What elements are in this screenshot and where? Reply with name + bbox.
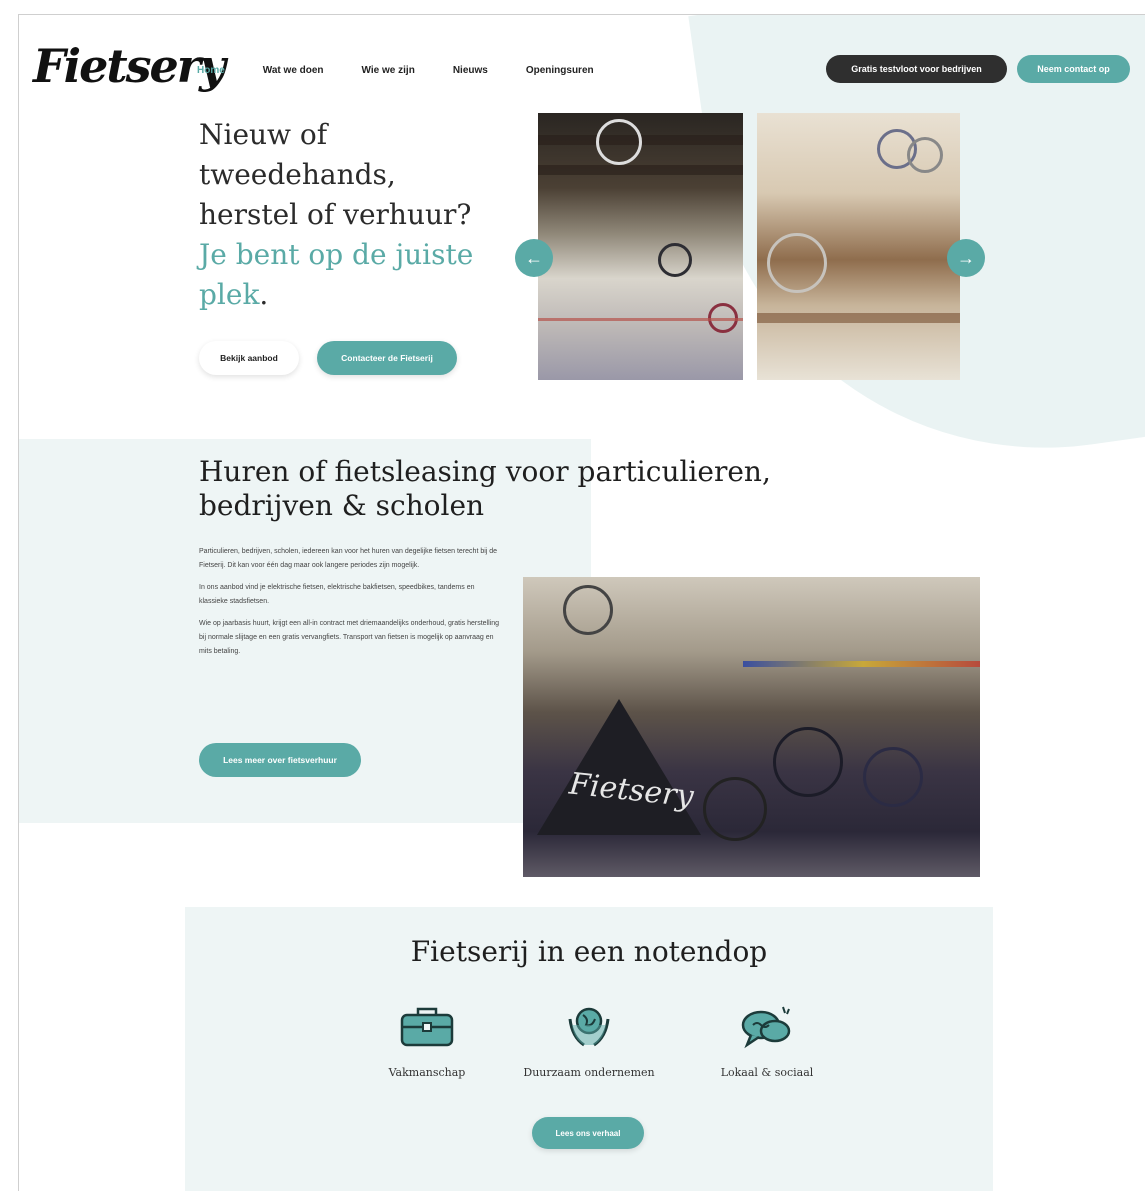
feature-label: Vakmanschap — [388, 1066, 466, 1079]
feature-vakmanschap: Vakmanschap — [347, 1001, 507, 1081]
contact-button[interactable]: Neem contact op — [1017, 55, 1130, 83]
nav-item-home[interactable]: Home — [197, 65, 225, 76]
hero-title-line: tweedehands, — [199, 158, 396, 191]
hero-accent-line: plek — [199, 278, 260, 311]
rental-title-line: bedrijven & scholen — [199, 489, 485, 522]
view-offer-button[interactable]: Bekijk aanbod — [199, 341, 299, 375]
rental-bikes-photo: Fietsery — [523, 577, 980, 877]
read-our-story-button[interactable]: Lees ons verhaal — [532, 1117, 644, 1149]
hands-globe-icon — [568, 1007, 610, 1047]
feature-lokaal: Lokaal & sociaal — [687, 1001, 847, 1081]
nutshell-title: Fietserij in een notendop — [410, 935, 768, 968]
rental-text: Particulieren, bedrijven, scholen, ieder… — [199, 545, 499, 667]
rental-read-more-button[interactable]: Lees meer over fietsverhuur — [199, 743, 361, 777]
feature-label: Lokaal & sociaal — [720, 1066, 814, 1079]
carousel-photo-wheel-wall — [757, 113, 960, 380]
hero-title-line: herstel of verhuur? — [199, 198, 472, 231]
hero-period: . — [259, 278, 269, 311]
feature-duurzaam: Duurzaam ondernemen — [509, 1001, 669, 1081]
rental-paragraph: In ons aanbod vind je elektrische fietse… — [199, 584, 475, 605]
contact-fietserij-button[interactable]: Contacteer de Fietserij — [317, 341, 457, 375]
page-frame: Fietsery Home Wat we doen Wie we zijn Ni… — [18, 14, 1145, 1191]
nav-item-openingsuren[interactable]: Openingsuren — [526, 65, 594, 76]
nutshell-section: Fietserij in een notendop Vakmanschap Du… — [185, 907, 993, 1191]
nav-item-nieuws[interactable]: Nieuws — [453, 65, 488, 76]
hero-accent-line: Je bent op de juiste — [199, 238, 474, 271]
main-nav: Home Wat we doen Wie we zijn Nieuws Open… — [197, 65, 594, 76]
hero-title: Nieuw of tweedehands, herstel of verhuur… — [199, 115, 509, 315]
nav-item-wie-we-zijn[interactable]: Wie we zijn — [362, 65, 415, 76]
rental-paragraph: Wie op jaarbasis huurt, krijgt een all-i… — [199, 620, 499, 655]
carousel-photo-shop-interior — [538, 113, 743, 380]
rental-title-line: Huren of fietsleasing voor particulieren… — [199, 455, 771, 488]
arrow-left-icon: ← — [525, 247, 543, 268]
carousel-next-button[interactable]: → — [947, 239, 985, 277]
carousel-prev-button[interactable]: ← — [515, 239, 553, 277]
feature-label: Duurzaam ondernemen — [523, 1066, 655, 1079]
nav-item-wat-we-doen[interactable]: Wat we doen — [263, 65, 324, 76]
test-fleet-button[interactable]: Gratis testvloot voor bedrijven — [826, 55, 1007, 83]
arrow-right-icon: → — [957, 247, 975, 268]
site-logo[interactable]: Fietsery — [33, 39, 226, 93]
rental-paragraph: Particulieren, bedrijven, scholen, ieder… — [199, 548, 498, 569]
hero-title-line: Nieuw of — [199, 118, 328, 151]
chat-bubbles-icon — [741, 1006, 791, 1049]
rental-title: Huren of fietsleasing voor particulieren… — [199, 455, 839, 523]
toolbox-icon — [400, 1007, 454, 1047]
